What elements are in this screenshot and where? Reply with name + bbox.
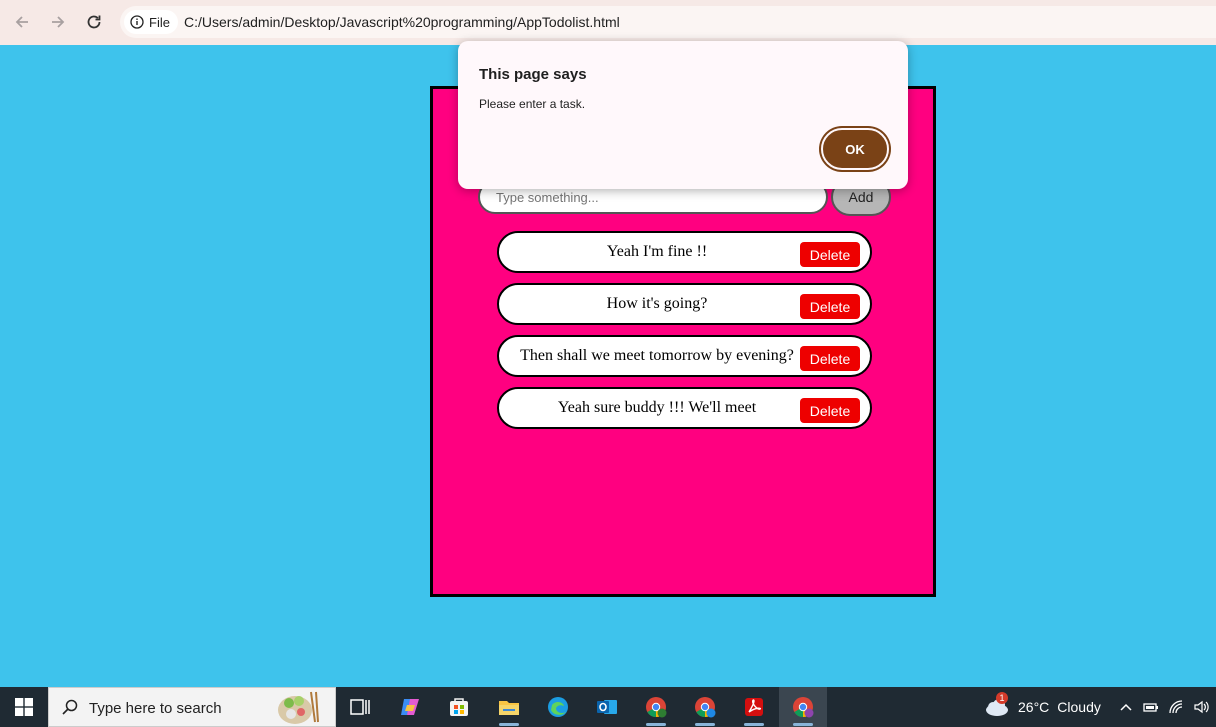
- acrobat-button[interactable]: [730, 687, 778, 727]
- active-indicator: [499, 723, 519, 726]
- outlook-button[interactable]: [583, 687, 631, 727]
- wifi-icon[interactable]: [1168, 699, 1184, 715]
- active-indicator: [793, 723, 813, 726]
- cloud-icon: 1: [982, 692, 1010, 719]
- delete-button[interactable]: Delete: [800, 398, 860, 423]
- taskbar-search[interactable]: Type here to search: [48, 687, 336, 727]
- task-text: How it's going?: [606, 295, 708, 312]
- chrome-profile-button[interactable]: [779, 687, 827, 727]
- file-explorer-button[interactable]: [485, 687, 533, 727]
- chrome-icon: [695, 697, 716, 718]
- task-item: Yeah I'm fine !! Delete: [497, 231, 872, 273]
- windows-taskbar: Type here to search 1 26°C Cloudy: [0, 687, 1216, 727]
- battery-icon[interactable]: [1143, 699, 1159, 715]
- task-text: Yeah I'm fine !!: [606, 243, 708, 260]
- copilot-button[interactable]: [386, 687, 434, 727]
- file-explorer-icon: [499, 701, 519, 715]
- arrow-right-icon: [52, 16, 65, 28]
- dialog-message: Please enter a task.: [479, 97, 586, 111]
- chrome-profile-button[interactable]: [632, 687, 680, 727]
- weather-temp: 26°C: [1018, 699, 1050, 715]
- outlook-icon: [597, 700, 617, 714]
- task-item: How it's going? Delete: [497, 283, 872, 325]
- chevron-up-icon[interactable]: [1118, 699, 1134, 715]
- edge-icon: [548, 697, 568, 717]
- task-text: Then shall we meet tomorrow by evening?: [520, 347, 794, 364]
- delete-button[interactable]: Delete: [800, 242, 860, 267]
- browser-toolbar: File C:/Users/admin/Desktop/Javascript%2…: [0, 0, 1216, 45]
- windows-start-icon: [15, 698, 33, 716]
- arrow-left-icon: [15, 16, 28, 28]
- weather-widget[interactable]: 1 26°C Cloudy: [982, 687, 1101, 727]
- task-view-icon: [350, 699, 370, 715]
- acrobat-icon: [745, 698, 763, 716]
- task-text: Yeah sure buddy !!! We'll meet: [557, 399, 757, 416]
- system-tray: [1118, 687, 1209, 727]
- info-icon: [130, 15, 144, 29]
- ok-button[interactable]: OK: [821, 128, 889, 170]
- task-list: Yeah I'm fine !! Delete How it's going? …: [497, 231, 873, 439]
- active-indicator: [646, 723, 666, 726]
- back-button[interactable]: [11, 11, 33, 33]
- start-button[interactable]: [0, 687, 48, 727]
- delete-button[interactable]: Delete: [800, 294, 860, 319]
- weather-condition: Cloudy: [1057, 699, 1101, 715]
- alert-dialog: This page says Please enter a task. OK: [458, 41, 908, 189]
- search-placeholder: Type here to search: [89, 700, 222, 717]
- dialog-title: This page says: [479, 66, 587, 83]
- site-chip-label: File: [149, 14, 170, 30]
- microsoft-store-icon: [450, 698, 468, 716]
- chrome-icon: [646, 697, 667, 718]
- chrome-profile-button[interactable]: [681, 687, 729, 727]
- site-info-chip[interactable]: File: [124, 10, 178, 34]
- task-view-button[interactable]: [336, 687, 384, 727]
- active-indicator: [695, 723, 715, 726]
- delete-button[interactable]: Delete: [800, 346, 860, 371]
- search-icon: [62, 699, 78, 715]
- weather-badge: 1: [996, 692, 1008, 704]
- chrome-icon: [793, 697, 814, 718]
- edge-button[interactable]: [534, 687, 582, 727]
- active-indicator: [744, 723, 764, 726]
- reload-icon: [87, 15, 101, 29]
- url-text: C:/Users/admin/Desktop/Javascript%20prog…: [184, 14, 620, 30]
- copilot-icon: [401, 699, 419, 715]
- reload-button[interactable]: [83, 11, 105, 33]
- forward-button[interactable]: [47, 11, 69, 33]
- task-item: Then shall we meet tomorrow by evening? …: [497, 335, 872, 377]
- volume-icon[interactable]: [1193, 699, 1209, 715]
- salad-bowl-icon: [278, 691, 319, 724]
- microsoft-store-button[interactable]: [435, 687, 483, 727]
- address-bar[interactable]: File C:/Users/admin/Desktop/Javascript%2…: [120, 6, 1216, 38]
- task-item: Yeah sure buddy !!! We'll meet Delete: [497, 387, 872, 429]
